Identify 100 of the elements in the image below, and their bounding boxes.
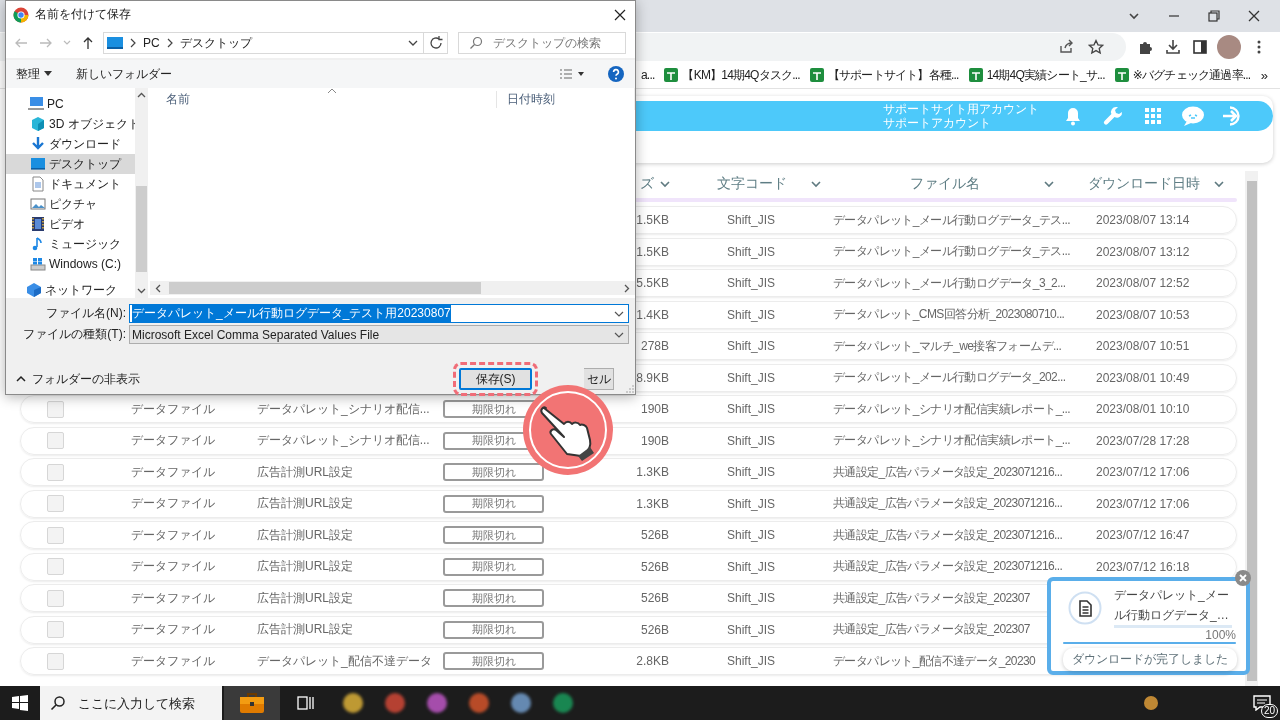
column-header[interactable]: 文字コード: [717, 175, 787, 193]
file-type-select[interactable]: Microsoft Excel Comma Separated Values File: [129, 325, 629, 344]
table-cell: 広告計測URL設定: [257, 495, 353, 512]
table-cell: 共通設定_広告パラメータ設定_2023071216...: [833, 526, 1063, 544]
filename-field[interactable]: データパレット_メール行動ログデータ_テスト用20230807: [129, 304, 629, 323]
status-badge: 期限切れ: [443, 494, 544, 513]
table-cell: データパレット_マルチ_we接客フォームデ...: [833, 337, 1062, 355]
table-cell: 526B: [640, 528, 669, 542]
new-folder-button[interactable]: 新しいフォルダー: [70, 62, 178, 86]
more-bookmarks-button[interactable]: »: [1260, 67, 1268, 83]
taskbar-search-box[interactable]: ここに入力して検索: [40, 686, 222, 720]
table-cell: データファイル: [131, 400, 215, 418]
notification-button[interactable]: 20: [1244, 686, 1280, 720]
table-cell: 1.5KB: [636, 213, 669, 227]
table-cell: Shift_JIS: [727, 528, 776, 542]
bookmark-item[interactable]: 【KM】14期4Qタスク...: [664, 66, 800, 84]
notification-count: 20: [1260, 704, 1278, 718]
field-label: ファイル名(N):: [45, 305, 127, 322]
bookmark-item[interactable]: a...: [641, 68, 655, 82]
status-badge: 期限切れ: [443, 526, 544, 544]
bookmark-item[interactable]: 【サポートサイト】各種...: [809, 66, 959, 84]
table-cell: Shift_JIS: [727, 622, 776, 637]
table-cell: Shift_JIS: [727, 654, 776, 668]
hide-folders-button[interactable]: フォルダーの非表示: [6, 370, 140, 388]
bookmark-item[interactable]: ※バグチェック通過率...: [1114, 66, 1251, 84]
table-cell: 526B: [640, 622, 669, 637]
breadcrumb-item[interactable]: デスクトップ: [179, 34, 252, 52]
table-cell: 1.3KB: [636, 465, 669, 479]
table-cell: 2023/08/07 10:53: [1096, 307, 1190, 322]
folder-tree-item[interactable]: デスクトップ: [6, 154, 135, 174]
status-badge: 期限切れ: [443, 652, 544, 670]
status-badge: 期限切れ: [443, 589, 544, 607]
table-cell: Shift_JIS: [727, 244, 776, 259]
table-cell: 190B: [640, 402, 669, 416]
table-cell: 8.9KB: [636, 370, 669, 385]
status-pill: ダウンロードが完了しました: [1062, 648, 1237, 671]
column-header[interactable]: 日付時刻: [496, 90, 627, 108]
download-file-name: データパレット_メール行動ログデータ_…: [1114, 585, 1232, 628]
field-label: ファイルの種類(T):: [22, 326, 127, 343]
table-cell: 共通設定_広告パラメータ設定_2023071216...: [833, 558, 1063, 575]
table-cell: 2023/07/28 17:28: [1096, 433, 1190, 448]
path-bar[interactable]: PC デスクトップ: [103, 32, 424, 54]
folder-tree-item[interactable]: ミュージック: [6, 234, 135, 254]
table-cell: 2023/08/01 10:10: [1096, 402, 1190, 416]
table-cell: 1.3KB: [636, 496, 669, 511]
folder-tree-item[interactable]: ピクチャ: [6, 194, 135, 214]
account-name: サポートサイト用アカウント: [883, 102, 1039, 116]
table-cell: Shift_JIS: [727, 402, 776, 416]
table-cell: Shift_JIS: [727, 370, 776, 385]
table-cell: Shift_JIS: [727, 307, 776, 322]
table-cell: 2.8KB: [636, 654, 669, 668]
organize-menu-button[interactable]: 整理: [10, 62, 58, 86]
table-cell: データファイル: [131, 589, 215, 607]
table-cell: データパレット_CMS回答分析_2023080710...: [833, 306, 1065, 323]
table-cell: データパレット_メール行動ログデータ_3_2...: [833, 274, 1066, 292]
table-cell: 2023/08/07 10:51: [1096, 339, 1190, 353]
status-badge: 期限切れ: [443, 557, 544, 576]
table-cell: データパレット_メール行動ログデータ_テス...: [833, 211, 1070, 229]
cancel-button[interactable]: セル: [584, 368, 614, 390]
table-cell: 2023/07/12 16:47: [1096, 528, 1190, 542]
table-cell: 526B: [640, 559, 669, 574]
table-cell: Shift_JIS: [727, 496, 776, 511]
table-cell: 共通設定_広告パラメータ設定_2023071216...: [833, 495, 1063, 512]
table-cell: Shift_JIS: [727, 276, 776, 290]
table-cell: 共通設定_広告パラメータ設定_2023071216...: [833, 463, 1063, 481]
table-cell: 2023/07/12 17:06: [1096, 496, 1190, 511]
folder-tree-item[interactable]: ドキュメント: [6, 174, 135, 194]
dialog-title: 名前を付けて保存: [35, 6, 131, 23]
table-cell: データファイル: [131, 432, 215, 449]
bookmark-item[interactable]: 14期4Q実績シート_サ...: [968, 66, 1105, 84]
column-header[interactable]: ズ: [640, 175, 654, 193]
folder-tree-item[interactable]: ダウンロード: [6, 134, 135, 154]
folder-tree-item[interactable]: ビデオ: [6, 214, 135, 234]
table-cell: 2023/08/07 13:14: [1096, 213, 1190, 227]
table-cell: 広告計測URL設定: [257, 558, 353, 575]
column-header[interactable]: ダウンロード日時: [1088, 175, 1200, 193]
table-cell: Shift_JIS: [727, 213, 776, 227]
table-cell: データパレット_シナリオ配信実績レポート_...: [833, 400, 1070, 418]
table-cell: 1.4KB: [636, 307, 669, 322]
column-header[interactable]: 名前: [150, 90, 496, 108]
folder-tree-item[interactable]: ネットワーク: [6, 280, 135, 300]
table-cell: データパレット_配信不達データ_20230: [833, 652, 1036, 670]
folder-tree-item[interactable]: PC: [6, 94, 135, 114]
search-field[interactable]: デスクトップの検索: [491, 35, 625, 51]
folder-tree-item[interactable]: Windows (C:): [6, 254, 135, 274]
search-box[interactable]: デスクトップの検索: [458, 32, 626, 54]
table-cell: データファイル: [131, 558, 215, 575]
table-cell: 278B: [640, 339, 669, 353]
table-cell: Shift_JIS: [727, 591, 776, 605]
taskbar-search-field[interactable]: ここに入力して検索: [76, 694, 220, 712]
table-cell: 2023/07/12 16:18: [1096, 559, 1190, 574]
breadcrumb-item[interactable]: PC: [143, 36, 160, 50]
status-badge: 期限切れ: [443, 463, 544, 481]
table-cell: データパレット_メール行動ログデータ_202...: [833, 369, 1066, 386]
table-cell: データファイル: [131, 495, 215, 512]
table-cell: 5.5KB: [636, 276, 669, 290]
table-cell: 2023/08/01 10:49: [1096, 370, 1190, 385]
table-cell: データファイル: [131, 621, 215, 638]
column-header[interactable]: ファイル名: [910, 175, 980, 193]
table-cell: 2023/08/07 13:12: [1096, 244, 1190, 259]
